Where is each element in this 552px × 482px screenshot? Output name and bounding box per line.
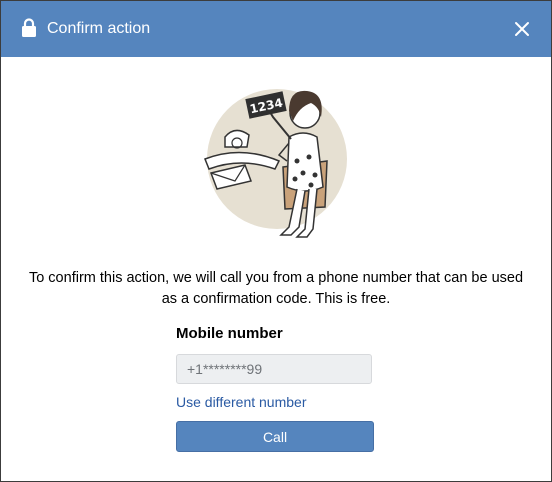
- phone-lady-illustration: 1234: [204, 89, 347, 238]
- use-different-number-link[interactable]: Use different number: [176, 394, 306, 410]
- confirmation-message: To confirm this action, we will call you…: [28, 270, 524, 307]
- close-icon[interactable]: [513, 20, 531, 38]
- call-button[interactable]: Call: [176, 421, 374, 452]
- dialog-titlebar: Confirm action: [1, 1, 551, 57]
- lock-icon: [22, 18, 36, 37]
- mobile-number-label: Mobile number: [176, 325, 283, 342]
- dialog-title: Confirm action: [47, 20, 151, 37]
- confirm-action-dialog: Confirm action 1234 To confirm this acti…: [0, 0, 552, 482]
- mobile-number-input[interactable]: [176, 354, 372, 384]
